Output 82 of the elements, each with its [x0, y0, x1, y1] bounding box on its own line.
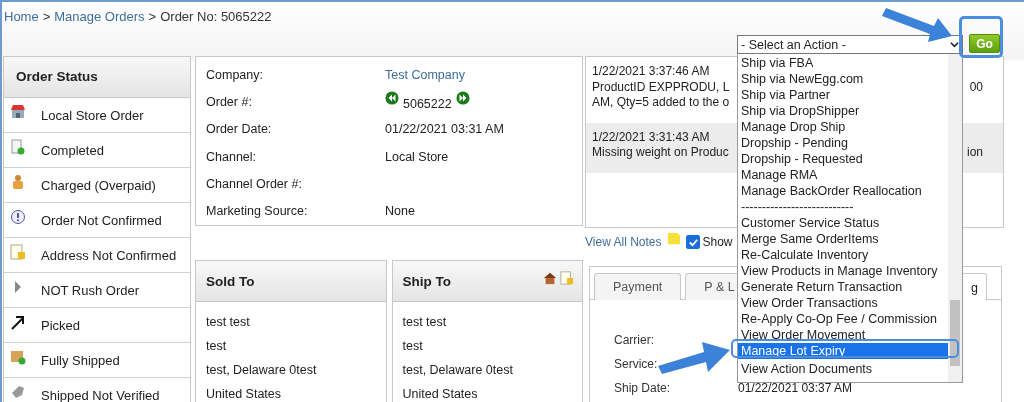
status-label: Address Not Confirmed: [41, 247, 177, 263]
dropdown-option[interactable]: ---------------------------: [738, 199, 948, 215]
dropdown-option[interactable]: View Order Movement: [738, 327, 948, 343]
action-select[interactable]: - Select an Action -: [737, 35, 963, 54]
breadcrumb-separator: >: [42, 9, 51, 24]
breadcrumb-link[interactable]: Home: [4, 9, 39, 24]
status-label: Order Not Confirmed: [41, 212, 162, 228]
address-line: test, Delaware 0test: [206, 363, 318, 379]
field-label: Order #:: [206, 94, 253, 109]
address-line: United States: [402, 387, 479, 402]
note-text: AM, Qty=5 added to the o: [592, 95, 730, 111]
note-text: ion: [967, 145, 983, 161]
panel-title: Ship To: [402, 273, 451, 289]
checkbox[interactable]: [686, 235, 701, 249]
field-label: Service:: [614, 357, 659, 371]
field-value: 01/22/2021 03:31 AM: [385, 122, 504, 137]
field-label: Company:: [206, 67, 264, 82]
address-line: test: [206, 339, 228, 355]
tag-icon: [10, 384, 26, 400]
dropdown-option[interactable]: Ship via FBA: [738, 55, 948, 71]
company-link[interactable]: Test Company: [385, 67, 465, 82]
dropdown-option[interactable]: Ship via Partner: [738, 87, 948, 103]
store-icon: [10, 104, 26, 120]
field-value: Local Store: [385, 149, 449, 164]
dropdown-option[interactable]: Ship via DropShipper: [738, 103, 948, 119]
address-line: United States: [206, 387, 283, 402]
field-label: Order Date:: [206, 122, 273, 137]
dropdown-option[interactable]: Dropship - Pending: [738, 135, 948, 151]
note-text: ProductID EXPPRODU, L: [592, 79, 730, 95]
status-label: Picked: [41, 317, 81, 333]
field-value: 01/22/2021 03:37 AM: [738, 381, 853, 395]
document-check-icon: [10, 139, 26, 155]
breadcrumb-separator: >: [148, 9, 157, 24]
highlight-frame: [959, 16, 1003, 58]
dropdown-option[interactable]: Re-Calculate Inventory: [738, 247, 948, 263]
status-label: Fully Shipped: [41, 352, 120, 368]
previous-icon[interactable]: [385, 90, 399, 105]
field-value: None: [385, 204, 415, 219]
status-label: Charged (Overpaid): [41, 177, 156, 193]
address-line: test, Delaware 0test: [402, 363, 514, 379]
dropdown-option[interactable]: Customer Service Status: [738, 215, 948, 231]
checkbox-label: Show: [702, 235, 733, 249]
status-label: Completed: [41, 142, 104, 158]
note-text: 1/22/2021 3:37:46 AM: [592, 64, 710, 80]
scrollbar[interactable]: [948, 54, 962, 382]
note-text: 1/22/2021 3:31:43 AM: [592, 129, 710, 145]
panel-title: Order Status: [4, 57, 190, 98]
box-icon: [10, 349, 26, 365]
person-icon: [10, 174, 26, 190]
dropdown-option[interactable]: View Action Documents: [738, 361, 948, 377]
arrow-icon: [10, 314, 26, 330]
house-icon[interactable]: [543, 271, 557, 285]
dropdown-option[interactable]: Dropship - Requested: [738, 151, 948, 167]
lock-document-icon: [10, 244, 26, 260]
dropdown-option[interactable]: Manage Drop Ship: [738, 119, 948, 135]
field-label: Channel Order #:: [206, 176, 303, 191]
status-label: Local Store Order: [41, 107, 144, 123]
dropdown-option[interactable]: Manage RMA: [738, 167, 948, 183]
tab[interactable]: Payment: [594, 273, 682, 300]
field-label: Marketing Source:: [206, 204, 309, 219]
address-line: test test: [206, 315, 251, 331]
address-line: test test: [402, 315, 448, 331]
breadcrumb-current: Order No: 5065222: [160, 9, 272, 24]
dropdown-option[interactable]: Manage BackOrder Reallocation: [738, 183, 948, 199]
note-text: 00: [969, 79, 983, 95]
field-value: 5065222: [403, 96, 452, 111]
dropdown-option[interactable]: Re-Apply Co-Op Fee / Commission: [738, 311, 948, 327]
field-label: Channel:: [206, 149, 258, 164]
address-line: test: [402, 339, 424, 355]
status-label: Shipped Not Verified: [41, 387, 160, 402]
caret-icon: [950, 40, 959, 49]
next-icon[interactable]: [455, 90, 470, 105]
dropdown-option[interactable]: Ship via NewEgg.com: [738, 71, 948, 87]
field-label: Ship Date:: [614, 381, 672, 395]
note-text: Missing weight on Produc: [592, 145, 729, 161]
dropdown-option[interactable]: Merge Same OrderItems: [738, 231, 948, 247]
panel-title: Sold To: [206, 273, 255, 289]
view-notes-link[interactable]: View All Notes: [585, 235, 662, 249]
exclamation-icon: [10, 209, 26, 225]
field-label: Carrier:: [614, 333, 655, 347]
status-label: NOT Rush Order: [41, 282, 139, 298]
breadcrumb-link[interactable]: Manage Orders: [54, 9, 145, 24]
